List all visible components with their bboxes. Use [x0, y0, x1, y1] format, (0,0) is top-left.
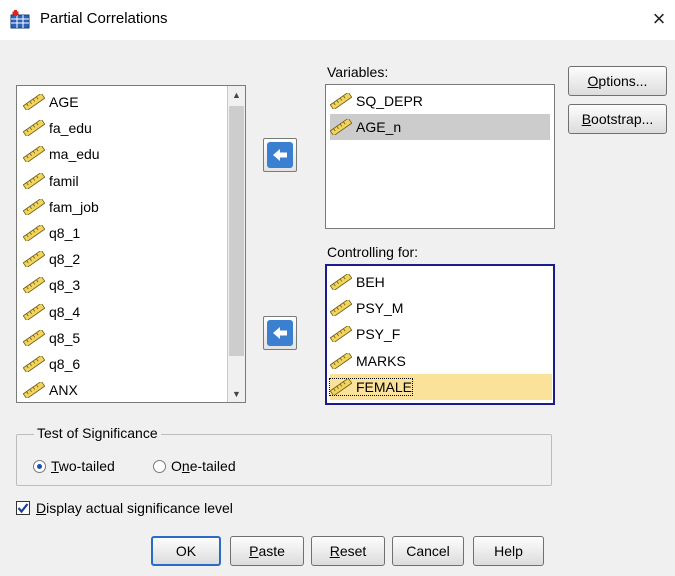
- scale-ruler-icon: [329, 351, 353, 370]
- source-list-item[interactable]: q8_6: [22, 351, 223, 377]
- variables-list-item[interactable]: SQ_DEPR: [329, 88, 550, 114]
- variable-label: fa_edu: [49, 120, 92, 137]
- variable-label: AGE_n: [356, 119, 402, 135]
- window-title: Partial Correlations: [40, 10, 168, 27]
- scale-ruler-icon: [22, 118, 46, 138]
- variable-label: SQ_DEPR: [356, 93, 423, 109]
- variable-label: q8_3: [49, 277, 81, 294]
- source-list-item[interactable]: q8_1: [22, 220, 223, 246]
- variable-label: AGE: [49, 94, 79, 110]
- variable-label: q8_5: [49, 329, 81, 346]
- scale-ruler-icon: [22, 380, 46, 400]
- scale-ruler-icon: [22, 354, 46, 374]
- scale-ruler-icon: [329, 377, 353, 397]
- controlling-for-list[interactable]: BEH PSY_M PSY_F MARKS FEMALE: [325, 264, 555, 405]
- left-arrow-icon: [267, 142, 293, 168]
- scale-ruler-icon: [329, 117, 353, 137]
- display-actual-label: Display actual significance level: [36, 500, 233, 516]
- variable-label: MARKS: [356, 352, 406, 369]
- test-of-significance-title: Test of Significance: [34, 425, 161, 441]
- display-actual-checkbox[interactable]: [16, 501, 30, 515]
- controlling-list-item[interactable]: PSY_M: [329, 295, 552, 321]
- scale-ruler-icon: [329, 298, 353, 318]
- scale-ruler-icon: [22, 197, 46, 217]
- scale-ruler-icon: [329, 272, 353, 292]
- help-button[interactable]: Help: [473, 536, 544, 566]
- source-list-item[interactable]: q8_5: [22, 325, 223, 351]
- scroll-thumb[interactable]: [229, 106, 244, 356]
- close-button[interactable]: ×: [645, 4, 673, 34]
- variable-label: q8_2: [49, 251, 81, 268]
- move-to-variables-button[interactable]: [263, 138, 297, 172]
- source-variable-list[interactable]: AGE fa_edu ma_edufamil fam_job q8_1 q8_2 q8_3q…: [16, 85, 246, 403]
- variables-label: Variables:: [327, 64, 389, 80]
- source-list-item[interactable]: ma_edu: [22, 141, 223, 167]
- spss-app-icon: [10, 9, 32, 29]
- source-list-item[interactable]: fa_edu: [22, 115, 223, 141]
- source-list-item[interactable]: q8_3: [22, 272, 223, 298]
- display-actual-significance-option[interactable]: Display actual significance level: [16, 500, 233, 516]
- variable-label: ma_edu: [49, 146, 100, 163]
- scale-ruler-icon: [22, 171, 46, 190]
- two-tailed-option[interactable]: Two-tailed: [33, 458, 115, 474]
- options-button[interactable]: Options...: [568, 66, 667, 96]
- scale-ruler-icon: [22, 145, 46, 164]
- reset-button[interactable]: Reset: [311, 536, 385, 566]
- left-arrow-icon: [267, 320, 293, 346]
- variable-label: ANX: [49, 382, 78, 399]
- source-list-item[interactable]: fam_job: [22, 194, 223, 220]
- variable-label: q8_6: [49, 356, 81, 372]
- controlling-list-item[interactable]: MARKS: [329, 348, 552, 374]
- paste-button[interactable]: Paste: [230, 536, 304, 566]
- variable-label: fam_job: [49, 198, 99, 215]
- scale-ruler-icon: [22, 276, 46, 295]
- scale-ruler-icon: [22, 223, 46, 243]
- ok-button[interactable]: OK: [151, 536, 221, 566]
- source-list-item[interactable]: ANX: [22, 377, 223, 403]
- source-list-scrollbar[interactable]: ▲ ▼: [227, 86, 245, 402]
- variable-label: BEH: [356, 274, 385, 290]
- variable-label: q8_1: [49, 225, 81, 241]
- one-tailed-option[interactable]: One-tailed: [153, 458, 236, 474]
- bootstrap-button[interactable]: Bootstrap...: [568, 104, 667, 134]
- variable-label: PSY_F: [356, 326, 401, 343]
- variables-list-item[interactable]: AGE_n: [329, 114, 550, 140]
- variable-label: famil: [49, 172, 79, 189]
- source-list-item[interactable]: famil: [22, 168, 223, 194]
- scale-ruler-icon: [329, 325, 353, 344]
- scroll-down-arrow-icon[interactable]: ▼: [228, 385, 245, 402]
- one-tailed-label: One-tailed: [171, 458, 236, 474]
- source-list-item[interactable]: q8_4: [22, 299, 223, 325]
- controlling-list-item[interactable]: PSY_F: [329, 321, 552, 347]
- variables-list[interactable]: SQ_DEPR AGE_n: [325, 84, 555, 229]
- variable-label: PSY_M: [356, 300, 404, 317]
- cancel-button[interactable]: Cancel: [392, 536, 464, 566]
- controlling-list-item[interactable]: BEH: [329, 269, 552, 295]
- two-tailed-label: Two-tailed: [51, 458, 115, 474]
- controlling-list-item[interactable]: FEMALE: [328, 373, 552, 400]
- scale-ruler-icon: [22, 92, 46, 112]
- source-list-item[interactable]: q8_2: [22, 246, 223, 272]
- scale-ruler-icon: [22, 249, 46, 269]
- radio-one-tailed[interactable]: [153, 459, 166, 473]
- variable-label: FEMALE: [356, 378, 413, 395]
- variable-label: q8_4: [49, 303, 81, 320]
- scale-ruler-icon: [22, 328, 46, 348]
- radio-two-tailed[interactable]: [33, 459, 46, 473]
- checkmark-icon: [17, 503, 29, 514]
- scale-ruler-icon: [329, 91, 353, 111]
- controlling-for-label: Controlling for:: [327, 244, 419, 260]
- scale-ruler-icon: [22, 302, 46, 321]
- source-list-item[interactable]: AGE: [22, 89, 223, 115]
- move-to-controlling-button[interactable]: [263, 316, 297, 350]
- scroll-up-arrow-icon[interactable]: ▲: [228, 86, 245, 103]
